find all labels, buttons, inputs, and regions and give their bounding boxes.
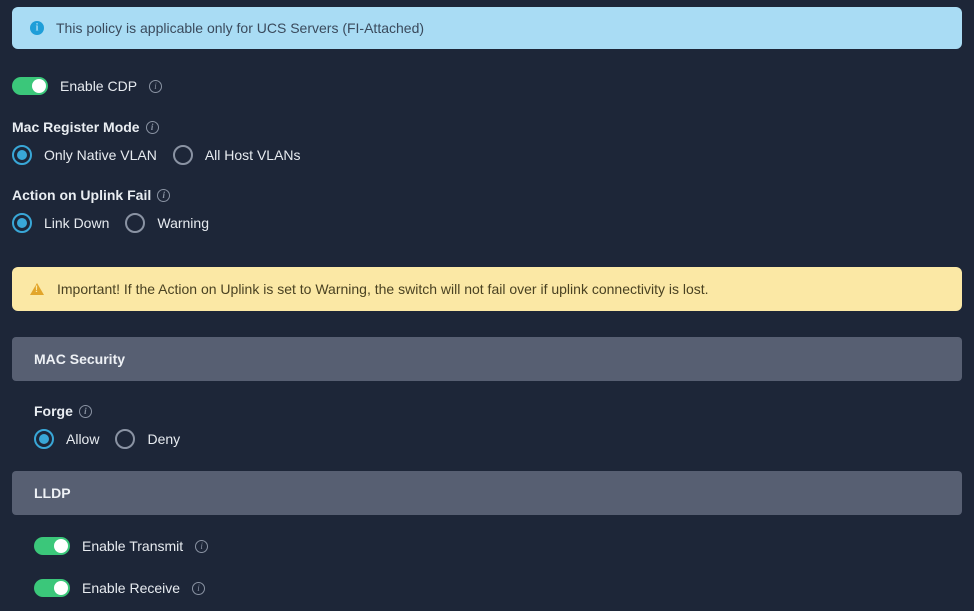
info-icon — [30, 21, 44, 35]
lldp-transmit-label: Enable Transmit — [82, 538, 183, 554]
radio-warning-label: Warning — [157, 215, 209, 231]
info-banner-text: This policy is applicable only for UCS S… — [56, 20, 424, 36]
radio-only-native-vlan[interactable] — [12, 145, 32, 165]
enable-cdp-label: Enable CDP — [60, 78, 137, 94]
mac-security-header: MAC Security — [12, 337, 962, 381]
lldp-transmit-row: Enable Transmit — [34, 537, 962, 555]
radio-link-down[interactable] — [12, 213, 32, 233]
action-uplink-fail-text: Action on Uplink Fail — [12, 187, 151, 203]
lldp-header: LLDP — [12, 471, 962, 515]
radio-forge-allow[interactable] — [34, 429, 54, 449]
lldp-receive-toggle[interactable] — [34, 579, 70, 597]
forge-options: Allow Deny — [34, 429, 962, 449]
radio-warning[interactable] — [125, 213, 145, 233]
mac-security-title: MAC Security — [34, 351, 125, 367]
lldp-transmit-toggle[interactable] — [34, 537, 70, 555]
warning-banner: Important! If the Action on Uplink is se… — [12, 267, 962, 311]
radio-forge-allow-label: Allow — [66, 431, 99, 447]
lldp-receive-row: Enable Receive — [34, 579, 962, 597]
mac-register-mode-text: Mac Register Mode — [12, 119, 140, 135]
help-icon[interactable] — [149, 80, 162, 93]
lldp-title: LLDP — [34, 485, 71, 501]
enable-cdp-toggle[interactable] — [12, 77, 48, 95]
help-icon[interactable] — [146, 121, 159, 134]
action-uplink-fail-label: Action on Uplink Fail — [12, 187, 962, 203]
radio-link-down-label: Link Down — [44, 215, 109, 231]
radio-only-native-vlan-label: Only Native VLAN — [44, 147, 157, 163]
enable-cdp-row: Enable CDP — [12, 77, 962, 95]
help-icon[interactable] — [79, 405, 92, 418]
radio-all-host-vlans-label: All Host VLANs — [205, 147, 301, 163]
help-icon[interactable] — [157, 189, 170, 202]
warning-banner-text: Important! If the Action on Uplink is se… — [57, 281, 709, 297]
radio-forge-deny-label: Deny — [147, 431, 180, 447]
action-uplink-fail-options: Link Down Warning — [12, 213, 962, 233]
lldp-body: Enable Transmit Enable Receive — [12, 537, 962, 597]
lldp-receive-label: Enable Receive — [82, 580, 180, 596]
warning-icon — [30, 283, 44, 295]
help-icon[interactable] — [195, 540, 208, 553]
mac-security-body: Forge Allow Deny — [12, 403, 962, 449]
info-banner: This policy is applicable only for UCS S… — [12, 7, 962, 49]
mac-register-mode-label: Mac Register Mode — [12, 119, 962, 135]
radio-forge-deny[interactable] — [115, 429, 135, 449]
mac-register-mode-options: Only Native VLAN All Host VLANs — [12, 145, 962, 165]
help-icon[interactable] — [192, 582, 205, 595]
forge-text: Forge — [34, 403, 73, 419]
radio-all-host-vlans[interactable] — [173, 145, 193, 165]
forge-label: Forge — [34, 403, 962, 419]
